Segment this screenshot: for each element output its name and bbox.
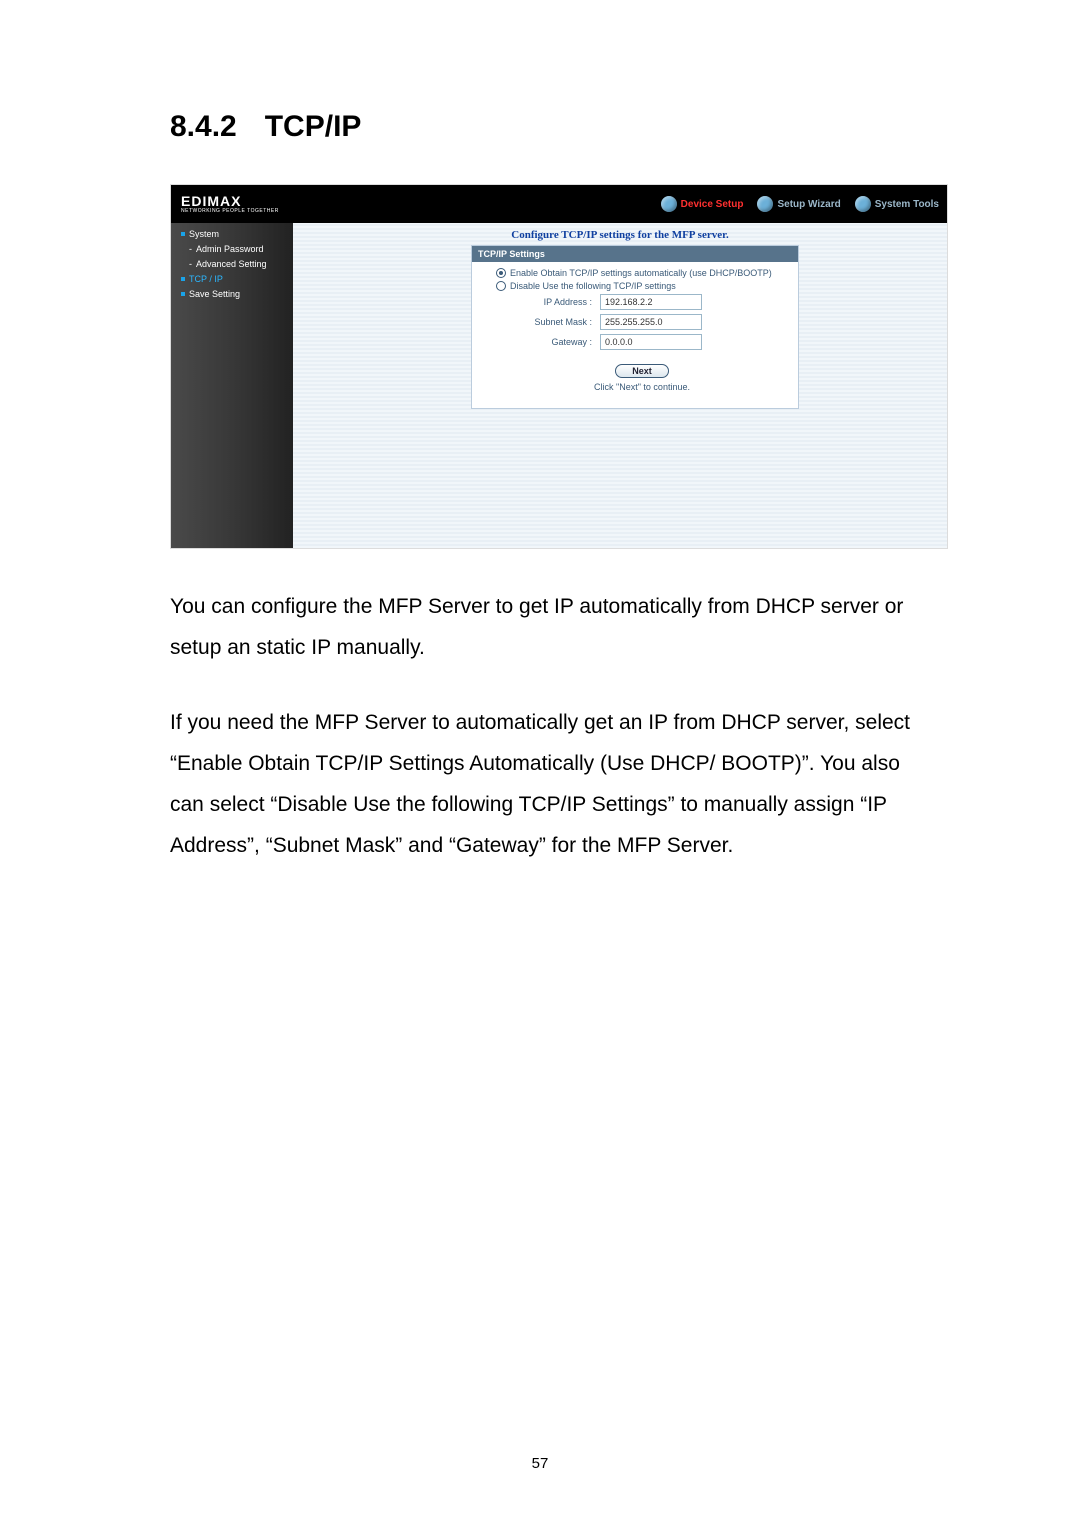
gateway-label: Gateway : — [496, 337, 600, 347]
sidebar-advanced-label: Advanced Setting — [196, 259, 267, 269]
nav-setup-wizard-label: Setup Wizard — [777, 199, 840, 210]
sidebar-tcpip-label: TCP / IP — [189, 274, 223, 284]
topbar: EDIMAX NETWORKING PEOPLE TOGETHER Device… — [171, 185, 947, 223]
top-nav: Device Setup Setup Wizard System Tools — [661, 196, 939, 212]
ip-input[interactable] — [600, 294, 702, 310]
edimax-logo: EDIMAX NETWORKING PEOPLE TOGETHER — [181, 194, 279, 214]
next-button[interactable]: Next — [615, 364, 669, 378]
paragraph-2: If you need the MFP Server to automatica… — [170, 703, 930, 867]
tcpip-panel: TCP/IP Settings Enable Obtain TCP/IP set… — [471, 245, 799, 409]
wizard-icon — [757, 196, 773, 212]
sidebar-item-advanced-setting[interactable]: - Advanced Setting — [181, 259, 285, 269]
subnet-label: Subnet Mask : — [496, 317, 600, 327]
embedded-screenshot: EDIMAX NETWORKING PEOPLE TOGETHER Device… — [170, 184, 948, 549]
section-heading: 8.4.2 TCP/IP — [170, 110, 930, 144]
nav-device-setup-label: Device Setup — [681, 199, 744, 210]
nav-setup-wizard[interactable]: Setup Wizard — [757, 196, 840, 212]
ip-label: IP Address : — [496, 297, 600, 307]
sidebar-system-label: System — [189, 229, 219, 239]
main-panel: Configure TCP/IP settings for the MFP se… — [293, 223, 947, 548]
sidebar-item-save-setting[interactable]: Save Setting — [181, 289, 285, 299]
nav-device-setup[interactable]: Device Setup — [661, 196, 744, 212]
field-gateway: Gateway : — [496, 334, 788, 350]
nav-system-tools-label: System Tools — [875, 199, 939, 210]
sidebar-item-admin-password[interactable]: - Admin Password — [181, 244, 285, 254]
sidebar-save-label: Save Setting — [189, 289, 240, 299]
heading-title: TCP/IP — [265, 110, 362, 143]
sidebar-item-system[interactable]: System — [181, 229, 285, 239]
sidebar-item-tcpip[interactable]: TCP / IP — [181, 274, 285, 284]
page-number: 57 — [0, 1455, 1080, 1472]
radio-enable-dhcp[interactable]: Enable Obtain TCP/IP settings automatica… — [496, 268, 788, 278]
radio-icon — [496, 268, 506, 278]
sidebar-admin-label: Admin Password — [196, 244, 264, 254]
nav-system-tools[interactable]: System Tools — [855, 196, 939, 212]
heading-number: 8.4.2 — [170, 110, 237, 143]
gateway-input[interactable] — [600, 334, 702, 350]
radio-disable-static[interactable]: Disable Use the following TCP/IP setting… — [496, 281, 788, 291]
bullet-icon — [181, 277, 185, 281]
logo-brand: EDIMAX — [181, 193, 241, 209]
panel-footer: Next Click "Next" to continue. — [496, 354, 788, 400]
bullet-icon — [181, 232, 185, 236]
panel-heading: TCP/IP Settings — [472, 246, 798, 262]
field-subnet-mask: Subnet Mask : — [496, 314, 788, 330]
sidebar: System - Admin Password - Advanced Setti… — [171, 223, 293, 548]
tools-icon — [855, 196, 871, 212]
field-ip-address: IP Address : — [496, 294, 788, 310]
next-hint: Click "Next" to continue. — [496, 382, 788, 392]
subnet-input[interactable] — [600, 314, 702, 330]
radio-disable-label: Disable Use the following TCP/IP setting… — [510, 281, 676, 291]
radio-icon — [496, 281, 506, 291]
panel-title: Configure TCP/IP settings for the MFP se… — [293, 223, 947, 241]
globe-icon — [661, 196, 677, 212]
bullet-icon — [181, 292, 185, 296]
logo-tagline: NETWORKING PEOPLE TOGETHER — [181, 209, 279, 214]
radio-enable-label: Enable Obtain TCP/IP settings automatica… — [510, 268, 772, 278]
body-text: You can configure the MFP Server to get … — [170, 587, 930, 867]
paragraph-1: You can configure the MFP Server to get … — [170, 587, 930, 669]
